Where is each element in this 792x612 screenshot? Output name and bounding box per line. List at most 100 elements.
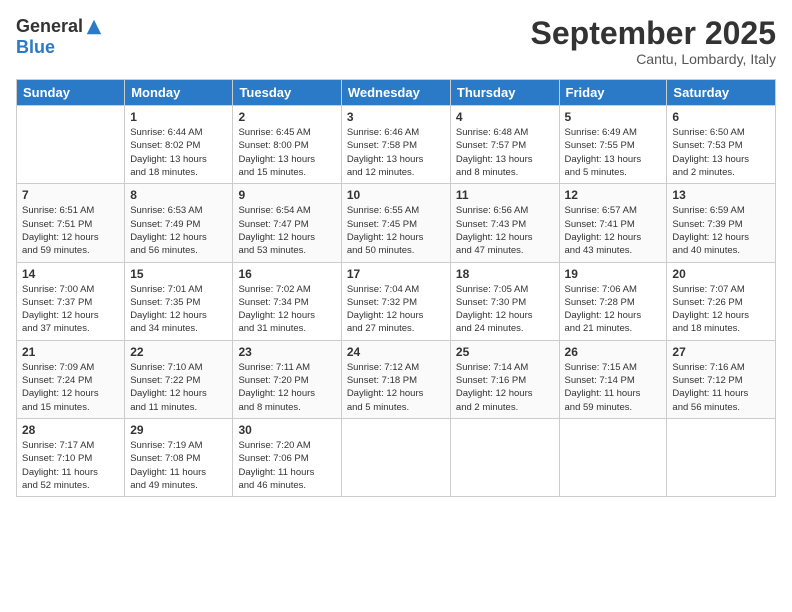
day-number: 29 [130, 423, 227, 437]
day-number: 13 [672, 188, 770, 202]
day-info: Sunrise: 6:57 AMSunset: 7:41 PMDaylight:… [565, 204, 662, 257]
calendar-cell: 11Sunrise: 6:56 AMSunset: 7:43 PMDayligh… [450, 184, 559, 262]
day-info: Sunrise: 7:06 AMSunset: 7:28 PMDaylight:… [565, 283, 662, 336]
day-info: Sunrise: 6:54 AMSunset: 7:47 PMDaylight:… [238, 204, 335, 257]
calendar-week-4: 21Sunrise: 7:09 AMSunset: 7:24 PMDayligh… [17, 340, 776, 418]
header: General Blue September 2025 Cantu, Lomba… [16, 16, 776, 67]
header-row: SundayMondayTuesdayWednesdayThursdayFrid… [17, 80, 776, 106]
logo: General Blue [16, 16, 103, 58]
day-info: Sunrise: 7:17 AMSunset: 7:10 PMDaylight:… [22, 439, 119, 492]
page-container: General Blue September 2025 Cantu, Lomba… [0, 0, 792, 612]
calendar-cell: 17 Sunrise: 7:04 AMSunset: 7:32 PMDayligh… [341, 262, 450, 340]
day-info: Sunrise: 6:48 AMSunset: 7:57 PMDaylight:… [456, 126, 554, 179]
calendar-cell: 2 Sunrise: 6:45 AMSunset: 8:00 PMDaylight… [233, 106, 341, 184]
day-number: 14 [22, 267, 119, 281]
calendar-cell: 5 Sunrise: 6:49 AMSunset: 7:55 PMDaylight… [559, 106, 667, 184]
day-number: 18 [456, 267, 554, 281]
day-info: Sunrise: 6:45 AMSunset: 8:00 PMDaylight:… [238, 126, 335, 179]
day-info: Sunrise: 6:56 AMSunset: 7:43 PMDaylight:… [456, 204, 554, 257]
day-number: 22 [130, 345, 227, 359]
day-number: 17 [347, 267, 445, 281]
day-number: 26 [565, 345, 662, 359]
day-header-tuesday: Tuesday [233, 80, 341, 106]
calendar-cell [341, 418, 450, 496]
calendar-week-1: 1Sunrise: 6:44 AMSunset: 8:02 PMDaylight… [17, 106, 776, 184]
day-info: Sunrise: 7:00 AMSunset: 7:37 PMDaylight:… [22, 283, 119, 336]
calendar: SundayMondayTuesdayWednesdayThursdayFrid… [16, 79, 776, 497]
day-number: 16 [238, 267, 335, 281]
day-info: Sunrise: 6:50 AMSunset: 7:53 PMDaylight:… [672, 126, 770, 179]
day-info: Sunrise: 6:59 AMSunset: 7:39 PMDaylight:… [672, 204, 770, 257]
calendar-cell [667, 418, 776, 496]
day-info: Sunrise: 7:07 AMSunset: 7:26 PMDaylight:… [672, 283, 770, 336]
day-number: 1 [130, 110, 227, 124]
month-title: September 2025 [531, 16, 776, 51]
calendar-cell: 8Sunrise: 6:53 AMSunset: 7:49 PMDaylight… [125, 184, 233, 262]
logo-text: General [16, 16, 103, 37]
day-number: 8 [130, 188, 227, 202]
calendar-cell: 14 Sunrise: 7:00 AMSunset: 7:37 PMDayligh… [17, 262, 125, 340]
calendar-cell: 9 Sunrise: 6:54 AMSunset: 7:47 PMDaylight… [233, 184, 341, 262]
day-info: Sunrise: 7:01 AMSunset: 7:35 PMDaylight:… [130, 283, 227, 336]
day-info: Sunrise: 7:20 AMSunset: 7:06 PMDaylight:… [238, 439, 335, 492]
day-info: Sunrise: 6:55 AMSunset: 7:45 PMDaylight:… [347, 204, 445, 257]
calendar-cell: 3 Sunrise: 6:46 AMSunset: 7:58 PMDaylight… [341, 106, 450, 184]
day-info: Sunrise: 7:16 AMSunset: 7:12 PMDaylight:… [672, 361, 770, 414]
day-number: 25 [456, 345, 554, 359]
day-number: 20 [672, 267, 770, 281]
calendar-cell: 28 Sunrise: 7:17 AMSunset: 7:10 PMDayligh… [17, 418, 125, 496]
day-number: 21 [22, 345, 119, 359]
calendar-cell: 20 Sunrise: 7:07 AMSunset: 7:26 PMDayligh… [667, 262, 776, 340]
day-number: 7 [22, 188, 119, 202]
day-header-wednesday: Wednesday [341, 80, 450, 106]
day-info: Sunrise: 7:11 AMSunset: 7:20 PMDaylight:… [238, 361, 335, 414]
calendar-cell [559, 418, 667, 496]
day-number: 28 [22, 423, 119, 437]
day-header-saturday: Saturday [667, 80, 776, 106]
day-number: 2 [238, 110, 335, 124]
calendar-cell: 25 Sunrise: 7:14 AMSunset: 7:16 PMDayligh… [450, 340, 559, 418]
day-info: Sunrise: 6:46 AMSunset: 7:58 PMDaylight:… [347, 126, 445, 179]
calendar-cell: 29 Sunrise: 7:19 AMSunset: 7:08 PMDayligh… [125, 418, 233, 496]
day-number: 9 [238, 188, 335, 202]
subtitle: Cantu, Lombardy, Italy [531, 51, 776, 67]
day-header-sunday: Sunday [17, 80, 125, 106]
calendar-cell: 12Sunrise: 6:57 AMSunset: 7:41 PMDayligh… [559, 184, 667, 262]
calendar-cell: 22 Sunrise: 7:10 AMSunset: 7:22 PMDayligh… [125, 340, 233, 418]
calendar-cell: 21Sunrise: 7:09 AMSunset: 7:24 PMDayligh… [17, 340, 125, 418]
calendar-cell: 24Sunrise: 7:12 AMSunset: 7:18 PMDayligh… [341, 340, 450, 418]
day-header-monday: Monday [125, 80, 233, 106]
calendar-cell: 26 Sunrise: 7:15 AMSunset: 7:14 PMDayligh… [559, 340, 667, 418]
calendar-cell: 16Sunrise: 7:02 AMSunset: 7:34 PMDayligh… [233, 262, 341, 340]
logo-icon [85, 18, 103, 36]
calendar-cell: 30Sunrise: 7:20 AMSunset: 7:06 PMDayligh… [233, 418, 341, 496]
calendar-week-3: 14 Sunrise: 7:00 AMSunset: 7:37 PMDayligh… [17, 262, 776, 340]
day-number: 27 [672, 345, 770, 359]
calendar-cell [17, 106, 125, 184]
day-number: 23 [238, 345, 335, 359]
calendar-cell: 15Sunrise: 7:01 AMSunset: 7:35 PMDayligh… [125, 262, 233, 340]
calendar-cell [450, 418, 559, 496]
day-number: 6 [672, 110, 770, 124]
calendar-cell: 19 Sunrise: 7:06 AMSunset: 7:28 PMDayligh… [559, 262, 667, 340]
day-info: Sunrise: 7:19 AMSunset: 7:08 PMDaylight:… [130, 439, 227, 492]
day-info: Sunrise: 7:04 AMSunset: 7:32 PMDaylight:… [347, 283, 445, 336]
day-info: Sunrise: 7:15 AMSunset: 7:14 PMDaylight:… [565, 361, 662, 414]
calendar-cell: 10 Sunrise: 6:55 AMSunset: 7:45 PMDayligh… [341, 184, 450, 262]
calendar-cell: 27 Sunrise: 7:16 AMSunset: 7:12 PMDayligh… [667, 340, 776, 418]
day-info: Sunrise: 7:12 AMSunset: 7:18 PMDaylight:… [347, 361, 445, 414]
day-info: Sunrise: 7:10 AMSunset: 7:22 PMDaylight:… [130, 361, 227, 414]
calendar-week-5: 28 Sunrise: 7:17 AMSunset: 7:10 PMDayligh… [17, 418, 776, 496]
day-info: Sunrise: 6:49 AMSunset: 7:55 PMDaylight:… [565, 126, 662, 179]
calendar-cell: 23 Sunrise: 7:11 AMSunset: 7:20 PMDayligh… [233, 340, 341, 418]
calendar-cell: 7 Sunrise: 6:51 AMSunset: 7:51 PMDaylight… [17, 184, 125, 262]
day-number: 3 [347, 110, 445, 124]
logo-blue: Blue [16, 37, 55, 58]
day-info: Sunrise: 7:14 AMSunset: 7:16 PMDaylight:… [456, 361, 554, 414]
day-number: 19 [565, 267, 662, 281]
day-header-friday: Friday [559, 80, 667, 106]
calendar-cell: 1Sunrise: 6:44 AMSunset: 8:02 PMDaylight… [125, 106, 233, 184]
day-info: Sunrise: 6:51 AMSunset: 7:51 PMDaylight:… [22, 204, 119, 257]
day-number: 5 [565, 110, 662, 124]
day-number: 10 [347, 188, 445, 202]
